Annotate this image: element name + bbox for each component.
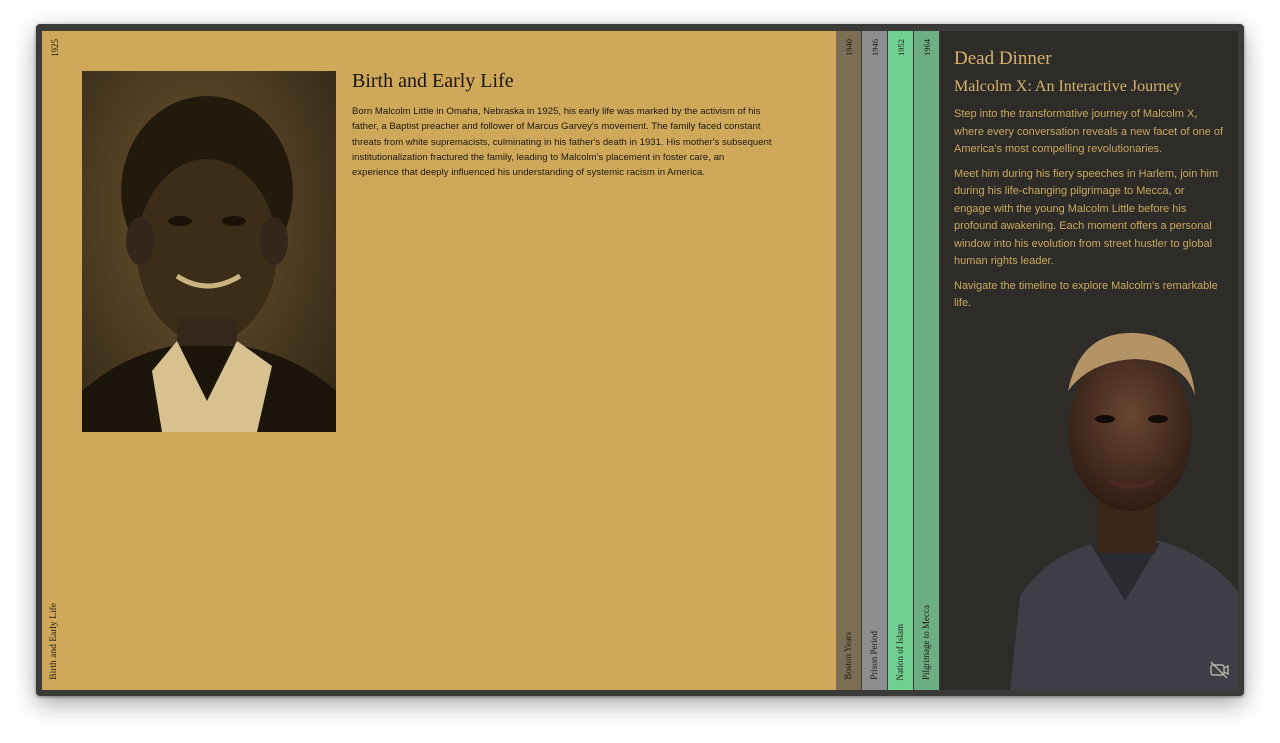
timeline-year: 1952 [896,39,906,56]
app-title: Dead Dinner [954,48,1052,69]
main-era-label: Birth and Early Life [49,603,59,680]
timeline-tab-pilgrimage-to-mecca[interactable]: 1964 Pilgrimage to Mecca [914,31,939,690]
intro-paragraph: Navigate the timeline to explore Malcolm… [954,279,1218,310]
timeline-label: Prison Period [869,631,879,680]
timeline-tab-boston-years[interactable]: 1940 Boston Years [836,31,861,690]
timeline-year: 1964 [922,39,932,56]
section-title: Birth and Early Life [352,70,514,92]
portrait-photo [82,71,336,432]
avatar-video [1010,321,1238,690]
main-year-label: 1925 [50,39,60,57]
section-body: Born Malcolm Little in Omaha, Nebraska i… [352,106,772,179]
intro-sidebar: Dead Dinner Malcolm X: An Interactive Jo… [940,31,1238,690]
timeline-year: 1946 [870,39,880,56]
app-subtitle: Malcolm X: An Interactive Journey [954,78,1182,95]
timeline-tab-prison-period[interactable]: 1946 Prison Period [862,31,887,690]
camera-off-icon[interactable] [1208,659,1230,681]
intro-paragraph: Meet him during his fiery speeches in Ha… [954,167,1219,268]
main-panel: 1925 Birth and Early Life Birth and Earl… [42,31,836,690]
timeline-tab-nation-of-islam[interactable]: 1952 Nation of Islam [888,31,913,690]
timeline-label: Pilgrimage to Mecca [921,605,931,680]
timeline-label: Boston Years [843,632,853,680]
intro-paragraph: Step into the transformative journey of … [954,108,1224,155]
timeline-year: 1940 [844,39,854,56]
intro-text: Step into the transformative journey of … [954,106,1224,320]
timeline-label: Nation of Islam [895,623,905,681]
